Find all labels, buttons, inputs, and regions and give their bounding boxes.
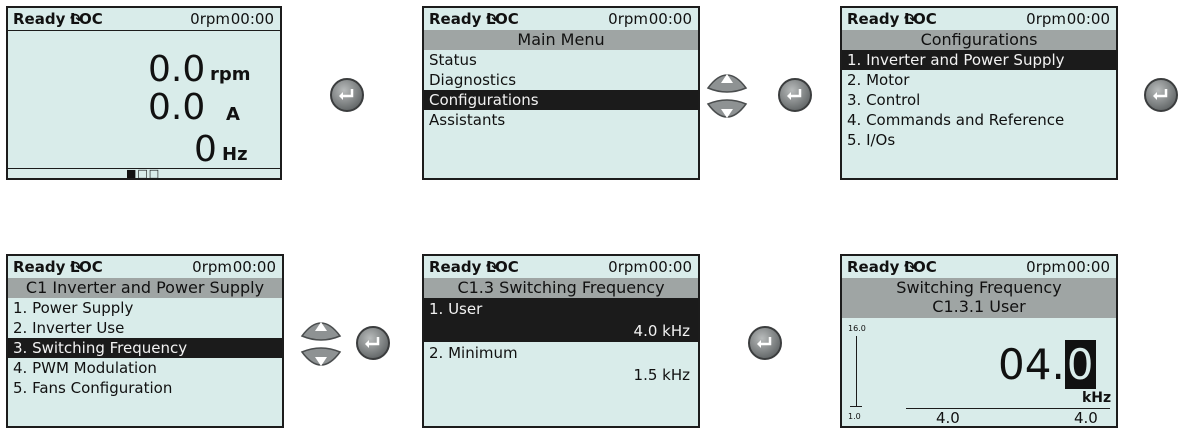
- menu-title: C1.3 Switching Frequency: [424, 278, 698, 298]
- status-bar: Ready ↷ LOC 0rpm 00:00: [429, 10, 692, 28]
- menu-item-pwm-modulation[interactable]: 4. PWM Modulation: [8, 358, 282, 378]
- param-user-label: 1. User: [429, 300, 483, 318]
- menu-item-power-supply[interactable]: 1. Power Supply: [8, 298, 282, 318]
- enter-button-3[interactable]: [1144, 78, 1178, 112]
- monitoring-screen: Ready ↷ LOC 0rpm 00:00 0.0 rpm 0.0 A 0 Hz…: [6, 6, 282, 180]
- down-arrow-key[interactable]: [300, 347, 342, 366]
- down-arrow-key[interactable]: [706, 99, 748, 118]
- status-ready: Ready: [13, 10, 66, 28]
- edit-title-line1: Switching Frequency: [896, 278, 1062, 297]
- menu-item-configurations[interactable]: Configurations: [424, 90, 698, 110]
- configurations-screen: Ready ↷ LOC 0rpm 00:00 Configurations 1. …: [840, 6, 1118, 180]
- status-time: 00:00: [1066, 258, 1110, 276]
- status-time: 00:00: [1066, 10, 1110, 28]
- page-indicator: ■□□: [126, 167, 161, 180]
- inverter-power-screen: Ready ↷ LOC 0rpm 00:00 C1 Inverter and Po…: [6, 254, 284, 428]
- current-value: 0.0: [148, 87, 206, 128]
- status-bar: Ready ↷ LOC 0rpm 00:00: [429, 258, 692, 276]
- enter-icon: [365, 337, 380, 348]
- menu-title: Main Menu: [424, 30, 698, 50]
- status-bar: Ready ↷ LOC 0rpm 00:00: [847, 258, 1110, 276]
- param-minimum-value: 1.5 kHz: [633, 366, 690, 384]
- edit-title: Switching Frequency C1.3.1 User: [842, 278, 1116, 318]
- menu-item-status[interactable]: Status: [424, 50, 698, 70]
- current-value: 4.0: [936, 409, 960, 427]
- status-speed: 0rpm: [608, 258, 648, 276]
- menu-item-switching-frequency[interactable]: 3. Switching Frequency: [8, 338, 282, 358]
- menu-item-commands-reference[interactable]: 4. Commands and Reference: [842, 110, 1116, 130]
- status-speed: 0rpm: [608, 10, 648, 28]
- status-speed: 0rpm: [190, 10, 230, 28]
- param-user-row[interactable]: 1. User 4.0 kHz: [424, 298, 698, 342]
- scale-bar: [856, 336, 857, 406]
- status-ready: Ready: [429, 258, 482, 276]
- status-time: 00:00: [230, 10, 274, 28]
- up-down-keys[interactable]: [298, 314, 344, 374]
- menu-item-fans-configuration[interactable]: 5. Fans Configuration: [8, 378, 282, 398]
- menu-title: Configurations: [842, 30, 1116, 50]
- status-ready: Ready: [847, 258, 900, 276]
- frequency-unit: Hz: [222, 144, 248, 165]
- status-ready: Ready: [847, 10, 900, 28]
- enter-button-5[interactable]: [748, 326, 782, 360]
- enter-button-4[interactable]: [356, 326, 390, 360]
- main-menu-screen: Ready ↷ LOC 0rpm 00:00 Main Menu Status D…: [422, 6, 700, 180]
- menu-item-ios[interactable]: 5. I/Os: [842, 130, 1116, 150]
- status-speed: 0rpm: [1026, 10, 1066, 28]
- param-minimum-row[interactable]: 2. Minimum 1.5 kHz: [424, 342, 698, 386]
- up-arrow-key[interactable]: [300, 322, 342, 341]
- menu-item-motor[interactable]: 2. Motor: [842, 70, 1116, 90]
- status-ready: Ready: [13, 258, 66, 276]
- menu-item-inverter-use[interactable]: 2. Inverter Use: [8, 318, 282, 338]
- rpm-unit: rpm: [210, 64, 251, 85]
- enter-button-1[interactable]: [330, 78, 364, 112]
- up-down-keys[interactable]: [704, 66, 750, 126]
- frequency-value: 0: [194, 129, 217, 170]
- status-bar: Ready ↷ LOC 0rpm 00:00: [847, 10, 1110, 28]
- menu-item-control[interactable]: 3. Control: [842, 90, 1116, 110]
- edit-unit: kHz: [1082, 390, 1112, 406]
- enter-icon: [1153, 89, 1168, 100]
- scale-bottom-tick: [850, 406, 862, 407]
- menu-item-assistants[interactable]: Assistants: [424, 110, 698, 130]
- param-user-value: 4.0 kHz: [633, 322, 690, 340]
- edit-cursor-digit[interactable]: 0: [1064, 340, 1096, 389]
- set-value: 4.0: [1074, 409, 1098, 427]
- menu-item-diagnostics[interactable]: Diagnostics: [424, 70, 698, 90]
- enter-icon: [787, 89, 802, 100]
- enter-button-2[interactable]: [778, 78, 812, 112]
- status-time: 00:00: [648, 258, 692, 276]
- param-minimum-label: 2. Minimum: [429, 344, 518, 362]
- up-arrow-key[interactable]: [706, 74, 748, 93]
- edit-title-line2: C1.3.1 User: [932, 297, 1026, 316]
- status-bar: Ready ↷ LOC 0rpm 00:00: [13, 258, 276, 276]
- parameter-edit-screen: Ready ↷ LOC 0rpm 00:00 Switching Frequenc…: [840, 254, 1118, 428]
- current-unit: A: [226, 104, 240, 125]
- scale-min: 1.0: [848, 412, 861, 421]
- menu-item-inverter-power[interactable]: 1. Inverter and Power Supply: [842, 50, 1116, 70]
- menu-title: C1 Inverter and Power Supply: [8, 278, 282, 298]
- status-time: 00:00: [648, 10, 692, 28]
- status-speed: 0rpm: [192, 258, 232, 276]
- scale-max: 16.0: [848, 324, 866, 333]
- status-ready: Ready: [429, 10, 482, 28]
- status-speed: 0rpm: [1026, 258, 1066, 276]
- rpm-value: 0.0: [148, 49, 206, 90]
- switching-frequency-screen: Ready ↷ LOC 0rpm 00:00 C1.3 Switching Fre…: [422, 254, 700, 428]
- status-bar: Ready ↷ LOC 0rpm 00:00: [8, 8, 280, 31]
- enter-icon: [757, 337, 772, 348]
- edit-value: 04.0: [998, 340, 1096, 389]
- status-time: 00:00: [232, 258, 276, 276]
- enter-icon: [339, 89, 354, 100]
